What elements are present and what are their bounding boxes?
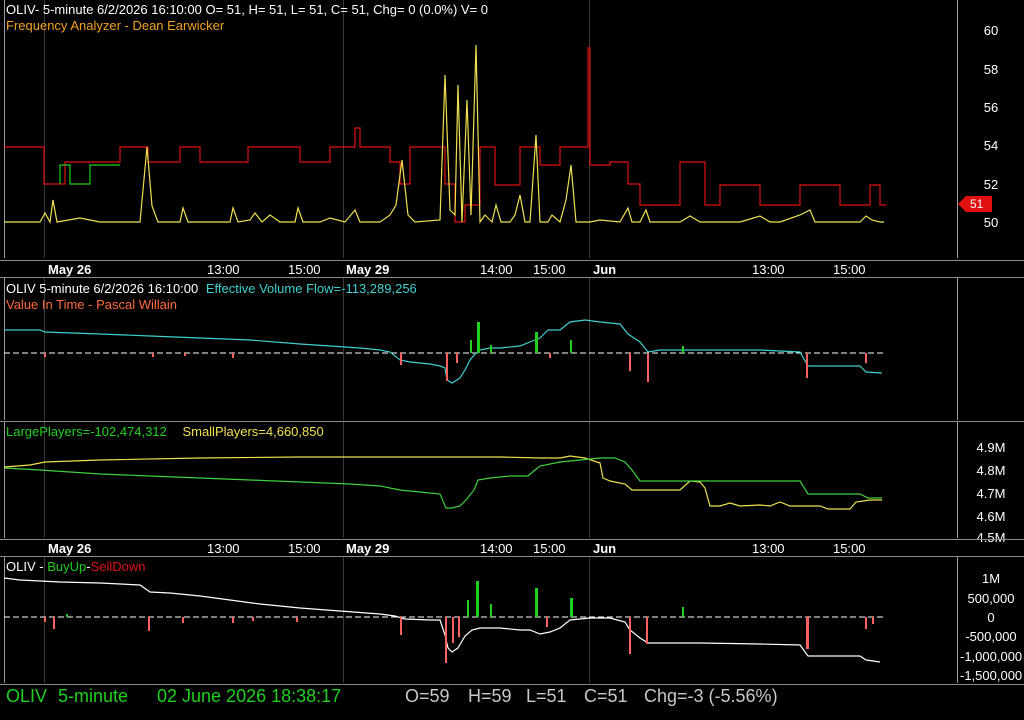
- status-change: Chg=-3 (-5.56%): [644, 686, 778, 706]
- buyup-bar: [570, 598, 573, 617]
- status-symbol: OLIV: [6, 686, 48, 706]
- buyup-bar: [53, 617, 55, 629]
- buyup-bar: [629, 617, 631, 654]
- y-tick: 1M: [981, 571, 1001, 586]
- buyup-bar: [66, 614, 68, 617]
- status-datetime: 02 June 2026 18:38:17: [157, 686, 342, 706]
- buyup-bar: [535, 588, 538, 617]
- status-close: C=51: [584, 686, 628, 706]
- buyup-bar: [400, 617, 402, 635]
- buyup-bar: [682, 607, 684, 617]
- last-price-value: 51: [970, 197, 984, 211]
- y-tick: 500,000: [967, 591, 1015, 606]
- buyup-bar: [806, 617, 809, 649]
- buyup-bar: [458, 617, 460, 637]
- y-tick: 4.7M: [976, 486, 1006, 501]
- buyup-bar: [232, 617, 234, 623]
- y-tick: 60: [983, 23, 999, 38]
- status-high: H=59: [468, 686, 512, 706]
- buyup-bar: [865, 617, 867, 629]
- y-tick: -500,000: [965, 629, 1017, 644]
- buyup-bar: [182, 617, 184, 623]
- buyup-bar: [252, 617, 254, 621]
- buyup-chart-svg: [3, 577, 886, 663]
- y-tick: 0: [987, 610, 995, 625]
- buyup-bar: [148, 617, 150, 631]
- y-tick: -1,500,000: [960, 668, 1023, 683]
- y-tick: 58: [983, 62, 999, 77]
- y-tick: 50: [983, 215, 999, 230]
- buyup-bar: [467, 600, 469, 617]
- status-open: O=59: [405, 686, 450, 706]
- y-tick: 56: [983, 100, 999, 115]
- buyup-bar: [296, 617, 298, 622]
- y-tick: 52: [983, 177, 999, 192]
- buyup-bar: [490, 604, 492, 617]
- buyup-cumulative-line: [3, 577, 881, 663]
- y-tick: 54: [983, 138, 999, 153]
- status-bar: OLIV 5-minute 02 June 2026 18:38:17 O=59…: [0, 684, 940, 710]
- buyup-bar: [872, 617, 874, 624]
- last-price-tag: 51: [958, 196, 992, 212]
- y-tick: 4.9M: [976, 440, 1006, 455]
- buyup-bar: [476, 581, 479, 617]
- y-tick: -1,000,000: [960, 649, 1023, 664]
- status-interval: 5-minute: [58, 686, 129, 706]
- status-low: L=51: [526, 686, 567, 706]
- y-tick: 4.8M: [976, 463, 1006, 478]
- buyup-bar: [546, 617, 548, 627]
- buyup-bar: [452, 617, 454, 643]
- y-tick: 4.6M: [976, 509, 1006, 524]
- y-tick: 4.5M: [976, 530, 1006, 545]
- buyup-bar: [646, 617, 648, 644]
- buyup-bar: [44, 617, 46, 622]
- buyup-bar: [445, 617, 447, 663]
